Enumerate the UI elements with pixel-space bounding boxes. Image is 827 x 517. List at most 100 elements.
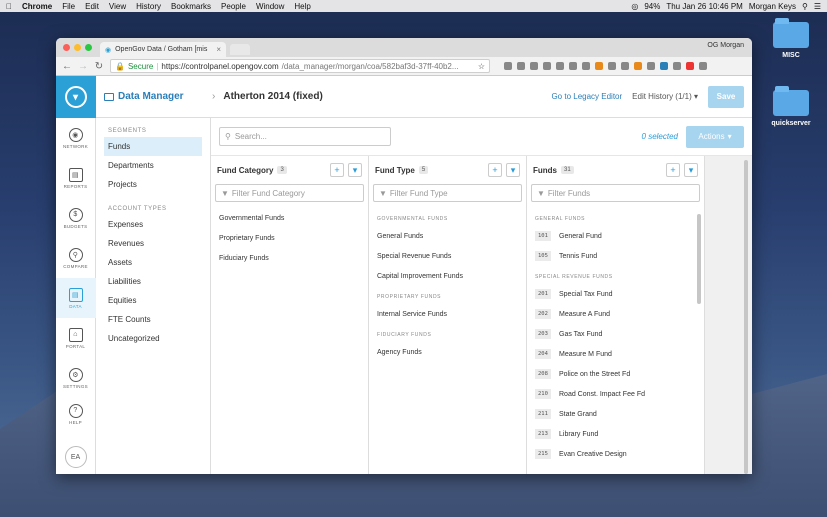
filter-input[interactable]: ▼ Filter Fund Category [215, 184, 364, 202]
browser-tab[interactable]: ◉ OpenGov Data / Gotham [mis × [100, 42, 226, 57]
list-item[interactable]: 213 Library Fund [527, 424, 704, 444]
data-manager-link[interactable]: Data Manager [104, 91, 204, 102]
nav-reports[interactable]: ▤ REPORTS [56, 158, 96, 198]
account-item-fte-counts[interactable]: FTE Counts [96, 310, 210, 329]
forward-icon[interactable]: → [78, 61, 88, 72]
menu-history[interactable]: History [136, 2, 161, 11]
list-item[interactable]: Proprietary Funds [211, 228, 368, 248]
actions-button[interactable]: Actions ▾ [686, 125, 744, 148]
menu-window[interactable]: Window [256, 2, 284, 11]
extension-icon[interactable] [556, 62, 564, 70]
list-item[interactable]: 101 General Fund [527, 226, 704, 246]
extension-icon[interactable] [621, 62, 629, 70]
dropdown-button[interactable]: ▾ [348, 163, 362, 177]
save-button[interactable]: Save [708, 85, 744, 108]
bookmark-star-icon[interactable]: ☆ [478, 62, 485, 71]
reload-icon[interactable]: ↻ [94, 61, 104, 72]
dropdown-button[interactable]: ▾ [506, 163, 520, 177]
segment-item-funds[interactable]: Funds [104, 137, 202, 156]
opengov-logo[interactable]: ▾ [56, 76, 96, 118]
add-button[interactable]: + [666, 163, 680, 177]
dropdown-button[interactable]: ▾ [684, 163, 698, 177]
spotlight-icon[interactable]: ⚲ [802, 2, 808, 11]
nav-settings[interactable]: ⚙ SETTINGS [56, 358, 96, 398]
account-item-uncategorized[interactable]: Uncategorized [96, 329, 210, 348]
avatar[interactable]: EA [64, 446, 87, 468]
list-item[interactable]: Governmental Funds [211, 208, 368, 228]
list-item[interactable]: Agency Funds [369, 342, 526, 362]
extension-icon[interactable] [673, 62, 681, 70]
menu-help[interactable]: Help [294, 2, 310, 11]
nav-network[interactable]: ◉ NETWORK [56, 118, 96, 158]
list-item[interactable]: Special Revenue Funds [369, 246, 526, 266]
list-item[interactable]: 211 State Grand [527, 404, 704, 424]
extension-icon[interactable] [543, 62, 551, 70]
menu-edit[interactable]: Edit [85, 2, 99, 11]
battery-level[interactable]: 94% [644, 2, 660, 11]
add-button[interactable]: + [330, 163, 344, 177]
legacy-editor-link[interactable]: Go to Legacy Editor [551, 92, 622, 101]
list-item[interactable]: 203 Gas Tax Fund [527, 324, 704, 344]
extension-icon[interactable] [517, 62, 525, 70]
list-item[interactable]: Capital Improvement Funds [369, 266, 526, 286]
notifications-icon[interactable]: ☰ [814, 2, 821, 11]
extension-icon[interactable] [530, 62, 538, 70]
list-item[interactable]: 210 Road Const. Impact Fee Fd [527, 384, 704, 404]
filter-input[interactable]: ▼ Filter Funds [531, 184, 700, 202]
close-tab-icon[interactable]: × [216, 45, 221, 54]
back-icon[interactable]: ← [62, 61, 72, 72]
list-item[interactable]: Fiduciary Funds [211, 248, 368, 268]
list-item[interactable]: General Funds [369, 226, 526, 246]
list-item[interactable]: 105 Tennis Fund [527, 246, 704, 266]
user-menu[interactable]: Morgan Keys [749, 2, 796, 11]
extension-icon[interactable] [686, 62, 694, 70]
chrome-menu-icon[interactable] [699, 62, 707, 70]
scrollbar[interactable] [697, 214, 701, 304]
extension-icon[interactable] [582, 62, 590, 70]
nav-budgets[interactable]: $ BUDGETS [56, 198, 96, 238]
nav-help[interactable]: ? HELP [56, 398, 96, 430]
segment-item-projects[interactable]: Projects [96, 175, 210, 194]
extension-icon[interactable] [504, 62, 512, 70]
list-item[interactable]: 204 Measure M Fund [527, 344, 704, 364]
new-tab-button[interactable] [230, 44, 250, 55]
segment-item-departments[interactable]: Departments [96, 156, 210, 175]
account-item-liabilities[interactable]: Liabilities [96, 272, 210, 291]
account-item-equities[interactable]: Equities [96, 291, 210, 310]
scrollbar[interactable] [744, 160, 748, 474]
list-item[interactable]: 201 Special Tax Fund [527, 284, 704, 304]
desktop-folder-quickserver[interactable]: quickserver [761, 86, 821, 127]
extension-icon[interactable] [634, 62, 642, 70]
account-item-revenues[interactable]: Revenues [96, 234, 210, 253]
list-item[interactable]: 202 Measure A Fund [527, 304, 704, 324]
edit-history-dropdown[interactable]: Edit History (1/1) ▾ [632, 92, 698, 101]
nav-compare[interactable]: ⚲ COMPARE [56, 238, 96, 278]
nav-portal[interactable]: ⌂ PORTAL [56, 318, 96, 358]
account-item-assets[interactable]: Assets [96, 253, 210, 272]
extension-icon[interactable] [608, 62, 616, 70]
extension-icon[interactable] [569, 62, 577, 70]
search-input[interactable]: ⚲ Search... [219, 127, 391, 146]
zoom-window-button[interactable] [85, 44, 92, 51]
menu-people[interactable]: People [221, 2, 246, 11]
desktop-folder-misc[interactable]: MISC [761, 18, 821, 59]
clock[interactable]: Thu Jan 26 10:46 PM [666, 2, 743, 11]
list-item[interactable]: 215 Evan Creative Design [527, 444, 704, 464]
extension-icon[interactable] [647, 62, 655, 70]
extension-icon[interactable] [595, 62, 603, 70]
close-window-button[interactable] [63, 44, 70, 51]
list-item[interactable]: 208 Police on the Street Fd [527, 364, 704, 384]
menu-view[interactable]: View [109, 2, 126, 11]
url-field[interactable]: 🔒 Secure | https://controlpanel.opengov.… [110, 59, 490, 73]
add-button[interactable]: + [488, 163, 502, 177]
filter-input[interactable]: ▼ Filter Fund Type [373, 184, 522, 202]
apple-menu[interactable]:  [6, 2, 12, 11]
menu-app-name[interactable]: Chrome [22, 2, 52, 11]
menu-file[interactable]: File [62, 2, 75, 11]
list-item[interactable]: Internal Service Funds [369, 304, 526, 324]
menu-bookmarks[interactable]: Bookmarks [171, 2, 211, 11]
nav-data[interactable]: ▤ DATA [56, 278, 96, 318]
wifi-icon[interactable]: ◎ [631, 2, 638, 11]
account-item-expenses[interactable]: Expenses [96, 215, 210, 234]
minimize-window-button[interactable] [74, 44, 81, 51]
